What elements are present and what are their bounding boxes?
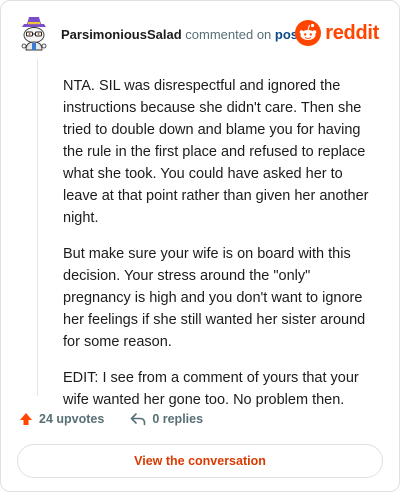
reply-arrow-icon (131, 413, 146, 426)
avatar[interactable] (17, 15, 51, 51)
action-text: commented on (185, 27, 272, 42)
view-conversation-button[interactable]: View the conversation (17, 444, 383, 478)
replies-button[interactable]: 0 replies (130, 412, 203, 426)
comment-body: NTA. SIL was disrespectful and ignored t… (63, 75, 373, 425)
embedded-comment-card: ParsimoniousSalad commented on post redd… (0, 0, 400, 492)
snoo-avatar-icon (21, 17, 47, 51)
reddit-wordmark: reddit (325, 21, 379, 44)
comment-paragraph: NTA. SIL was disrespectful and ignored t… (63, 78, 369, 226)
comment-paragraph: EDIT: I see from a comment of yours that… (63, 370, 359, 408)
comment-header: ParsimoniousSalad commented on post redd… (17, 15, 383, 55)
username-link[interactable]: ParsimoniousSalad (61, 27, 182, 42)
upvote-count: 24 upvotes (39, 412, 105, 426)
comment-meta: ParsimoniousSalad commented on post (61, 27, 302, 42)
comment-paragraph: But make sure your wife is on board with… (63, 246, 366, 350)
reddit-brand[interactable]: reddit (295, 19, 379, 47)
thread-line (37, 59, 38, 396)
upvote-button[interactable]: 24 upvotes (19, 412, 104, 426)
reddit-logo-icon (295, 20, 322, 46)
comment-actions: 24 upvotes 0 replies (19, 409, 383, 429)
reply-count: 0 replies (152, 412, 204, 426)
upvote-arrow-icon (20, 413, 32, 425)
